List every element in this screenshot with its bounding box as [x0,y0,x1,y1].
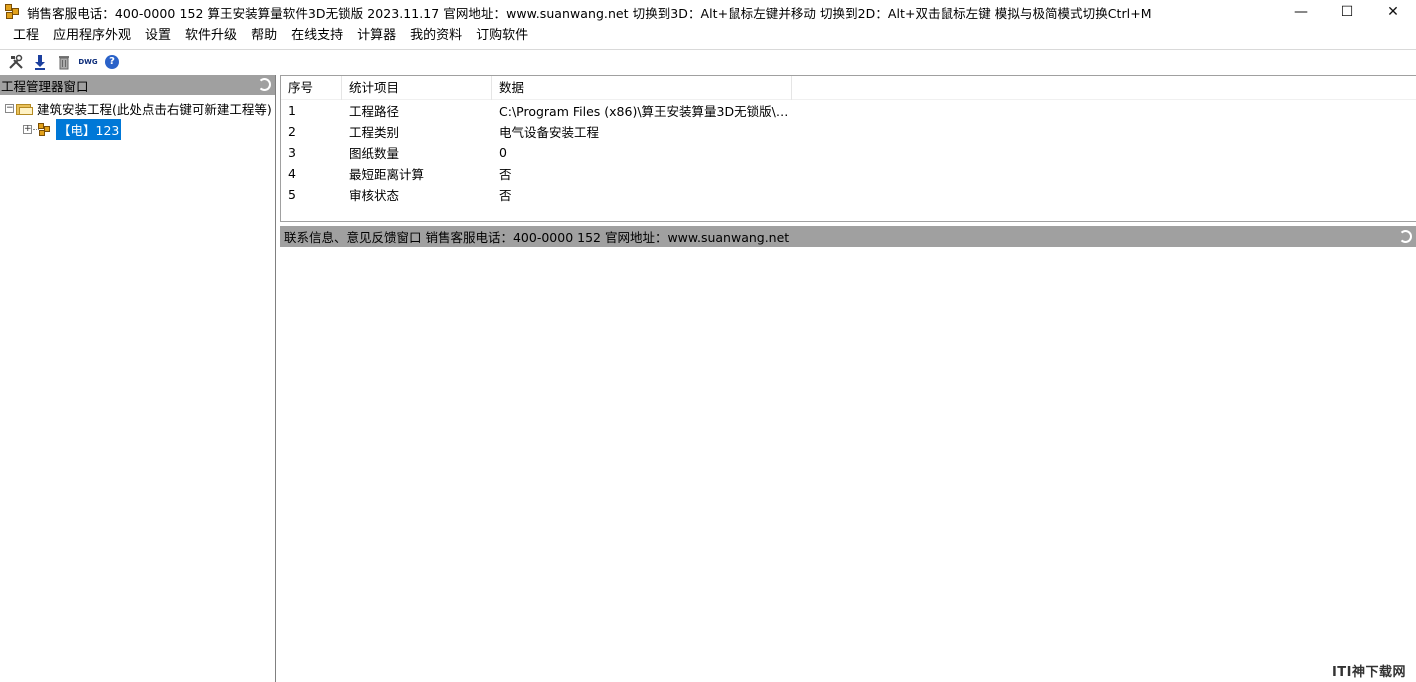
cell-no: 1 [288,103,296,118]
menu-project[interactable]: 工程 [6,24,46,48]
menu-order-software[interactable]: 订购软件 [469,24,535,48]
cell-no: 2 [288,124,296,139]
table-row[interactable]: 2 工程类别 电气设备安装工程 [281,121,1416,142]
menu-upgrade[interactable]: 软件升级 [178,24,244,48]
cell-no: 5 [288,187,296,202]
cell-no: 4 [288,166,296,181]
menu-my-profile[interactable]: 我的资料 [403,24,469,48]
pin-icon[interactable] [258,78,271,91]
title-bar: 销售客服电话：400-0000 152 算王安装算量软件3D无锁版 2023.1… [0,0,1416,24]
feedback-window-header: 联系信息、意见反馈窗口 销售客服电话：400-0000 152 官网地址：www… [280,226,1416,247]
cell-data: 电气设备安装工程 [499,125,600,140]
project-manager-pane: 工程管理器窗口 − 建筑安装工程(此处点击右键可新建工程等) + 【电】123 [0,75,276,682]
folder-open-icon [16,103,33,115]
cell-item: 工程路径 [349,104,400,119]
menu-help[interactable]: 帮助 [244,24,284,48]
table-row[interactable]: 4 最短距离计算 否 [281,163,1416,184]
header-no[interactable]: 序号 [281,75,342,100]
header-data[interactable]: 数据 [492,75,792,100]
watermark: ITI神下载网 [1331,665,1406,680]
cell-item: 图纸数量 [349,146,400,161]
help-button[interactable]: ? [103,53,121,71]
trash-icon[interactable] [55,53,73,71]
menu-online-support[interactable]: 在线支持 [284,24,350,48]
table-row[interactable]: 5 审核状态 否 [281,184,1416,205]
cell-no: 3 [288,145,296,160]
feedback-window-title: 联系信息、意见反馈窗口 销售客服电话：400-0000 152 官网地址：www… [284,230,790,245]
cell-item: 工程类别 [349,125,400,140]
menu-app-appearance[interactable]: 应用程序外观 [46,24,138,48]
window-controls: — ☐ ✕ [1278,0,1416,24]
tree-child-label[interactable]: 【电】123 [56,119,122,140]
tools-icon[interactable] [7,53,25,71]
expand-icon[interactable]: + [23,125,32,134]
cell-data: 否 [499,188,512,203]
table-row[interactable]: 1 工程路径 C:\Program Files (x86)\算王安装算量3D无锁… [281,100,1416,121]
tree-node-child[interactable]: + 【电】123 [0,119,275,140]
app-logo-icon [5,4,21,20]
maximize-button[interactable]: ☐ [1324,0,1370,24]
dwg-label: DWG [78,57,98,66]
menu-settings[interactable]: 设置 [138,24,178,48]
collapse-icon[interactable]: − [5,104,14,113]
cell-data: C:\Program Files (x86)\算王安装算量3D无锁版\工... [499,104,792,119]
cell-data: 0 [499,145,507,160]
minimize-button[interactable]: — [1278,0,1324,24]
cell-item: 审核状态 [349,188,400,203]
stats-table: 序号 统计项目 数据 1 工程路径 C:\Program Files (x86)… [280,75,1416,222]
window-title: 销售客服电话：400-0000 152 算王安装算量软件3D无锁版 2023.1… [27,5,1152,21]
project-cube-icon [38,122,52,137]
help-icon: ? [105,55,119,69]
menu-bar: 工程 应用程序外观 设置 软件升级 帮助 在线支持 计算器 我的资料 订购软件 [0,24,1416,48]
close-button[interactable]: ✕ [1370,0,1416,24]
table-row[interactable]: 3 图纸数量 0 [281,142,1416,163]
project-tree: − 建筑安装工程(此处点击右键可新建工程等) + 【电】123 [0,95,275,140]
header-item[interactable]: 统计项目 [342,75,492,100]
project-manager-header: 工程管理器窗口 [0,75,275,95]
download-icon[interactable] [31,53,49,71]
main-content: 序号 统计项目 数据 1 工程路径 C:\Program Files (x86)… [280,75,1416,682]
menu-calculator[interactable]: 计算器 [350,24,403,48]
table-header: 序号 统计项目 数据 [281,75,1416,100]
cell-data: 否 [499,167,512,182]
pin-icon[interactable] [1399,230,1412,243]
toolbar: DWG ? [0,49,1416,74]
project-manager-title: 工程管理器窗口 [1,78,89,94]
tree-root-label: 建筑安装工程(此处点击右键可新建工程等) [37,102,272,117]
tree-node-root[interactable]: − 建筑安装工程(此处点击右键可新建工程等) [0,98,275,119]
dwg-import-icon[interactable]: DWG [78,53,98,71]
cell-item: 最短距离计算 [349,167,425,182]
